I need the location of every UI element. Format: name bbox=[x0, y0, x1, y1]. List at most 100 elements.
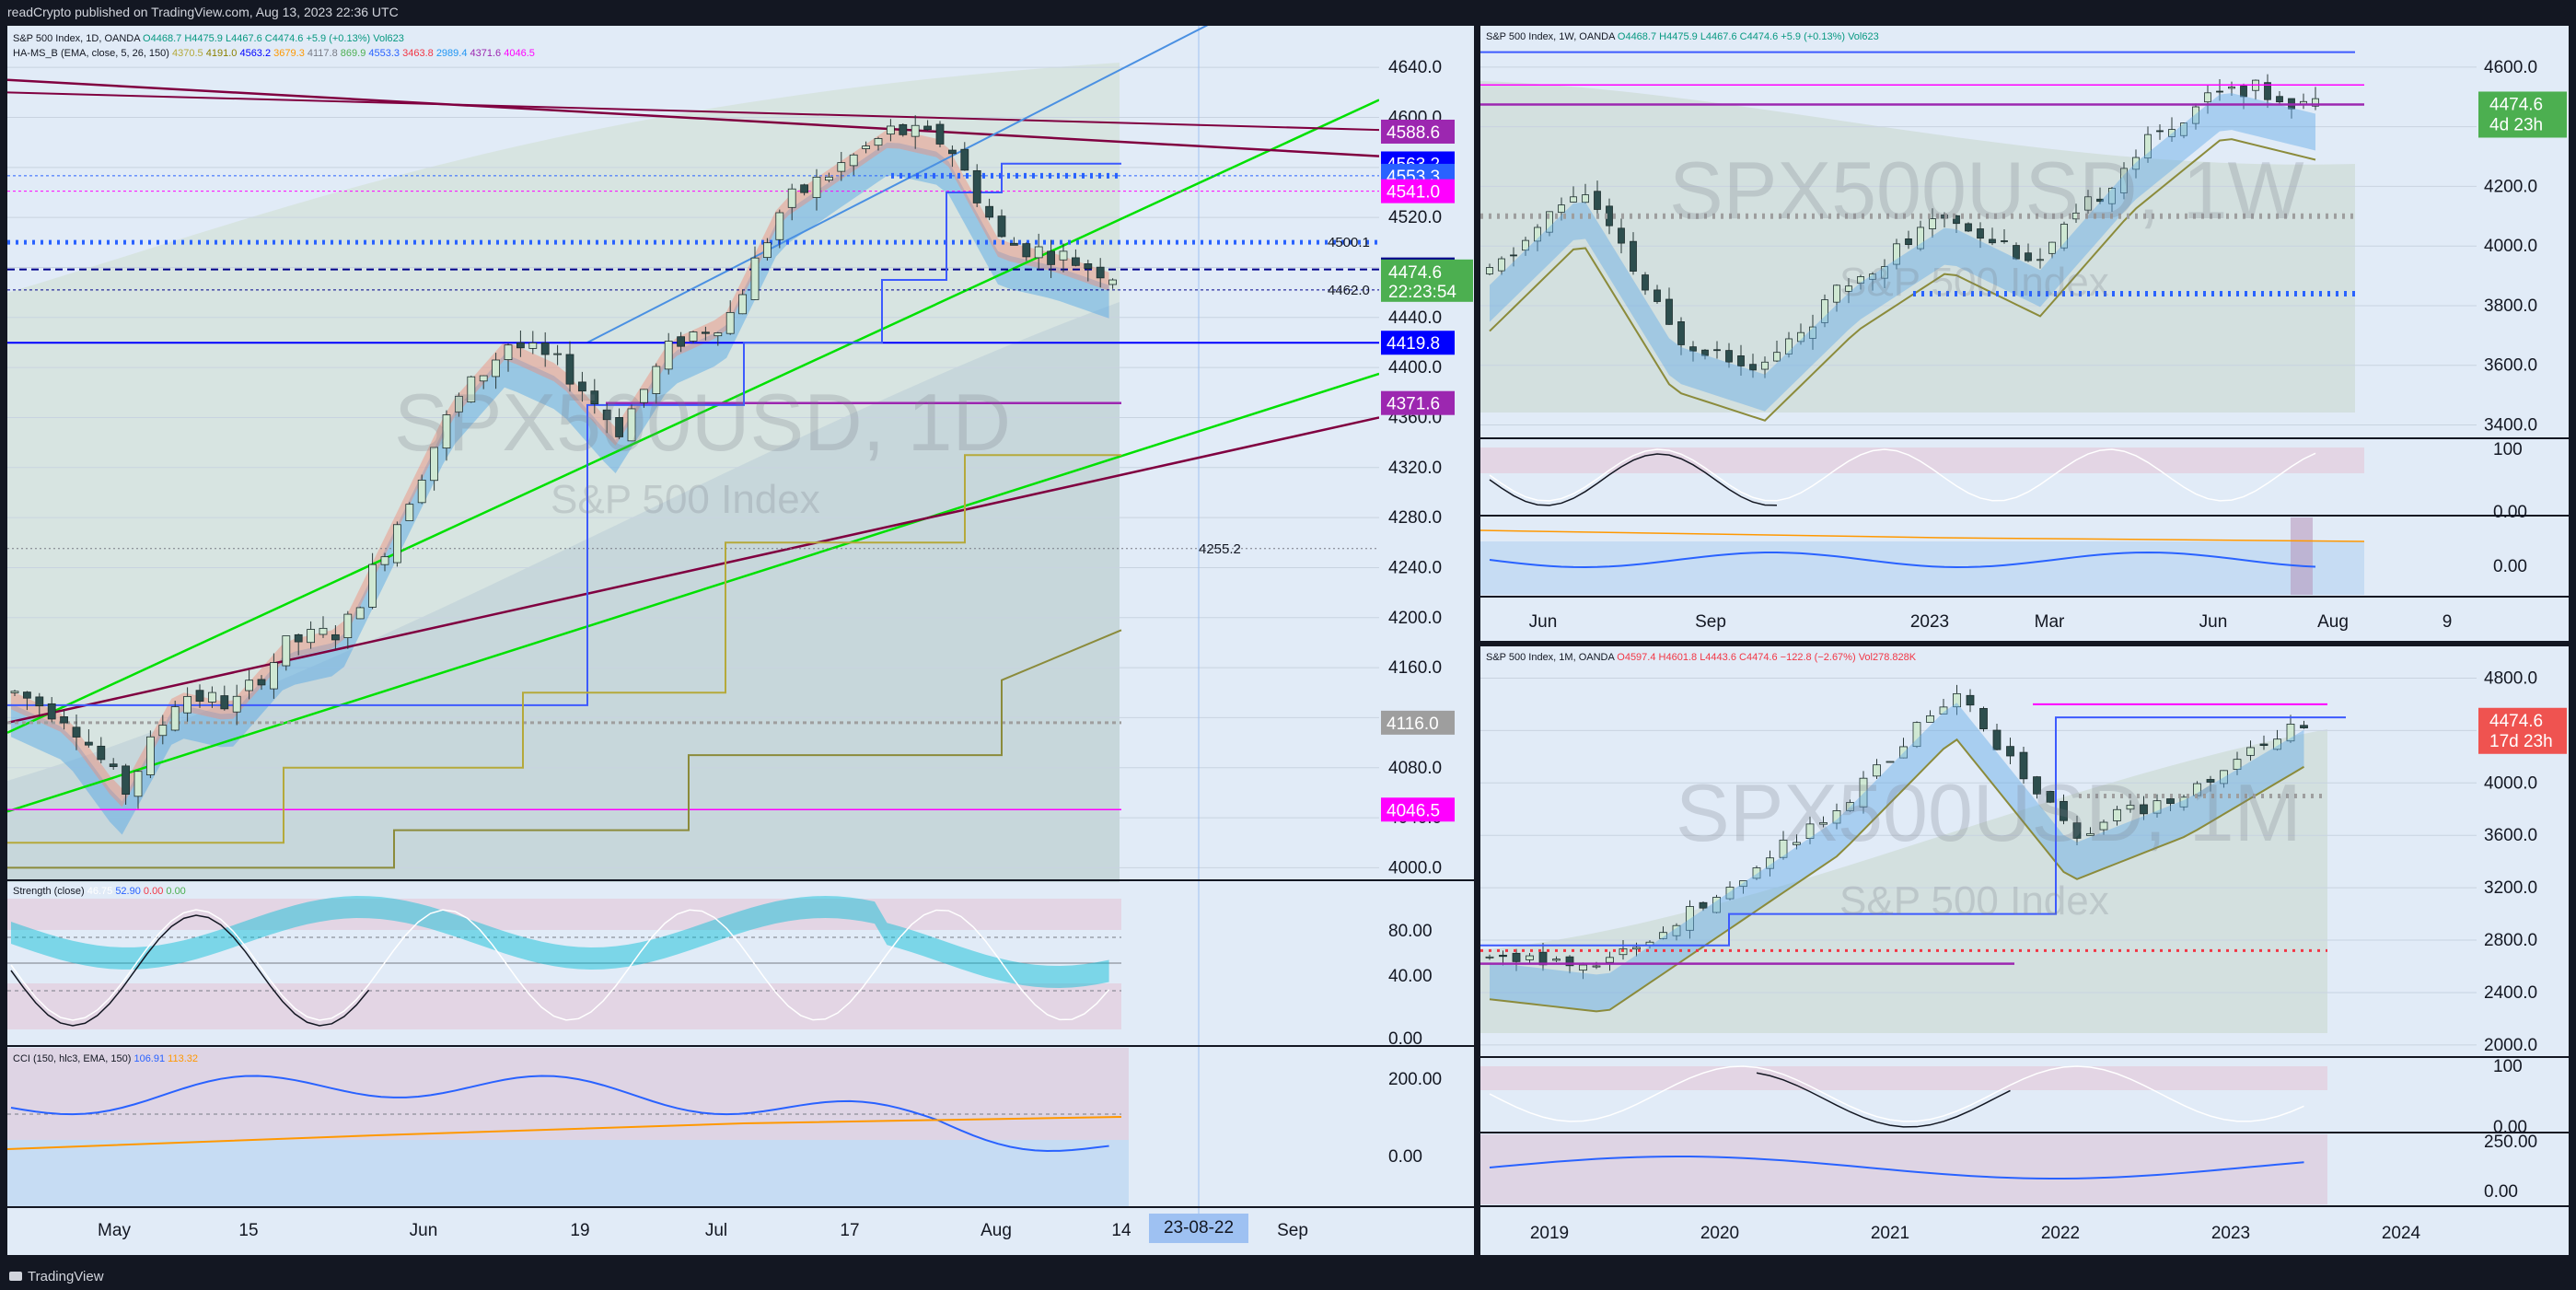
candle-up bbox=[232, 695, 241, 713]
candle-down bbox=[47, 703, 56, 720]
weekly-legend: S&P 500 Index, 1W, OANDA O4468.7 H4475.9… bbox=[1486, 31, 1879, 42]
legend-val: 0.00 bbox=[143, 886, 164, 897]
candle-up bbox=[775, 212, 784, 240]
legend-val: +5.9 (+0.13%) bbox=[1781, 31, 1846, 42]
y-tick-label: 4440.0 bbox=[1388, 308, 1442, 328]
candle-down bbox=[972, 169, 981, 203]
legend-val: 4117.8 bbox=[307, 48, 338, 59]
candle-down bbox=[1010, 242, 1018, 246]
current-price: 4474.6 bbox=[1388, 263, 1442, 283]
x-tick-label: Aug bbox=[981, 1221, 1012, 1240]
daily-legend-title: S&P 500 Index, 1D, OANDA bbox=[13, 33, 140, 44]
candle-up bbox=[528, 343, 538, 349]
candle-down bbox=[2300, 725, 2308, 728]
x-tick-label: Jun bbox=[1529, 612, 1558, 632]
candle-up bbox=[504, 344, 513, 360]
x-tick-label: 2023 bbox=[2211, 1224, 2250, 1243]
candle-up bbox=[245, 680, 254, 691]
x-tick-label: 2019 bbox=[1530, 1224, 1569, 1243]
y-tick-label: 4000.0 bbox=[2484, 773, 2537, 793]
monthly-legend-title: S&P 500 Index, 1M, OANDA bbox=[1486, 652, 1615, 663]
legend-val: 46.75 bbox=[87, 886, 113, 897]
candle-down bbox=[1654, 289, 1661, 302]
legend-val: 113.32 bbox=[168, 1053, 198, 1064]
price-tag-4116.0: 4116.0 bbox=[1387, 715, 1439, 734]
level-annotation: 4500.1 bbox=[1328, 235, 1370, 250]
candle-up bbox=[1486, 267, 1493, 274]
x-tick-label: Jul bbox=[705, 1221, 727, 1240]
cci-tick: 0.00 bbox=[2484, 1182, 2518, 1202]
legend-val: 4563.2 bbox=[239, 48, 272, 59]
level-annotation: 4255.2 bbox=[1199, 541, 1241, 557]
daily-chart-svg[interactable]: 4640.04600.04560.04520.04480.04440.04400… bbox=[7, 26, 1474, 1255]
candle-down bbox=[2216, 90, 2223, 93]
candle-up bbox=[1034, 246, 1043, 259]
weekly-chart-panel[interactable]: 4600.04400.04200.04000.03800.03600.03400… bbox=[1480, 26, 2569, 641]
candle-down bbox=[1905, 238, 1912, 246]
monthly-chart-svg[interactable]: 4800.04400.04000.03600.03200.02800.02400… bbox=[1480, 646, 2569, 1255]
daily-chart-panel[interactable]: 4640.04600.04560.04520.04480.04440.04400… bbox=[7, 26, 1474, 1255]
indicator-title: HA-MS_B (EMA, close, 5, 26, 150) bbox=[13, 48, 169, 59]
legend-val: O4468.7 bbox=[143, 33, 182, 44]
y-tick-label: 4000.0 bbox=[1388, 858, 1442, 877]
candle-down bbox=[1499, 954, 1507, 958]
legend-val: Vol278.828K bbox=[1858, 652, 1917, 663]
legend-val: +5.9 (+0.13%) bbox=[306, 33, 371, 44]
candle-down bbox=[1699, 901, 1708, 909]
strength-tick: 40.00 bbox=[1388, 967, 1433, 986]
candle-down bbox=[540, 343, 550, 355]
candle-up bbox=[862, 145, 870, 149]
strength-tick: 0.00 bbox=[1388, 1029, 1422, 1049]
y-tick-label: 4200.0 bbox=[1388, 609, 1442, 628]
price-tag-4371.6: 4371.6 bbox=[1387, 395, 1440, 414]
daily-watermark-sub: S&P 500 Index bbox=[551, 477, 820, 522]
candle-up bbox=[1761, 361, 1769, 370]
candle-up bbox=[812, 176, 821, 198]
cci-ema-line bbox=[1480, 529, 2365, 542]
cci-tick: 0.00 bbox=[1388, 1147, 1422, 1167]
candle-up bbox=[492, 359, 500, 378]
candle-up bbox=[714, 332, 723, 337]
legend-val: 4553.3 bbox=[368, 48, 400, 59]
y-tick-label: 3200.0 bbox=[2484, 878, 2537, 898]
candle-up bbox=[145, 736, 155, 775]
candle-up bbox=[825, 176, 833, 181]
candle-down bbox=[1966, 694, 1975, 706]
x-tick-label: 14 bbox=[1111, 1221, 1131, 1240]
price-tag-4588.6: 4588.6 bbox=[1387, 123, 1440, 143]
candle-up bbox=[1606, 957, 1614, 963]
cci-zone bbox=[1480, 1134, 2327, 1204]
candle-down bbox=[1618, 227, 1625, 244]
y-tick-label: 4400.0 bbox=[1388, 358, 1442, 378]
candle-up bbox=[2048, 241, 2056, 254]
legend-val: Vol623 bbox=[373, 33, 404, 44]
candle-down bbox=[2276, 96, 2283, 103]
candle-down bbox=[1725, 350, 1733, 363]
candle-up bbox=[1558, 204, 1565, 214]
weekly-watermark-sub: S&P 500 Index bbox=[1839, 260, 2109, 305]
y-tick-label: 3600.0 bbox=[2484, 356, 2537, 376]
price-tag-4541.0: 4541.0 bbox=[1387, 183, 1440, 203]
y-tick-label: 4280.0 bbox=[1388, 508, 1442, 528]
osc-tick: 100 bbox=[2493, 1057, 2523, 1076]
candle-down bbox=[109, 763, 118, 767]
candle-down bbox=[1630, 240, 1637, 272]
strength-title: Strength (close) bbox=[13, 886, 85, 897]
candle-up bbox=[1108, 279, 1117, 285]
x-tick-label: 2023 bbox=[1910, 612, 1949, 632]
x-tick-label: Aug bbox=[2317, 612, 2349, 632]
candle-up bbox=[1552, 959, 1561, 961]
legend-val: 3463.8 bbox=[402, 48, 434, 59]
candle-down bbox=[935, 123, 945, 145]
weekly-legend-title: S&P 500 Index, 1W, OANDA bbox=[1486, 31, 1615, 42]
osc-tick: 0.00 bbox=[2493, 503, 2527, 522]
x-tick-label: 2024 bbox=[2382, 1224, 2421, 1243]
price-tag-4419.8: 4419.8 bbox=[1387, 334, 1440, 354]
candle-down bbox=[294, 633, 303, 643]
x-tick-label: 2020 bbox=[1700, 1224, 1739, 1243]
weekly-chart-svg[interactable]: 4600.04400.04200.04000.03800.03600.03400… bbox=[1480, 26, 2569, 641]
candle-down bbox=[1689, 346, 1697, 352]
candle-up bbox=[1498, 258, 1505, 272]
candle-down bbox=[516, 342, 525, 349]
monthly-chart-panel[interactable]: 4800.04400.04000.03600.03200.02800.02400… bbox=[1480, 646, 2569, 1255]
